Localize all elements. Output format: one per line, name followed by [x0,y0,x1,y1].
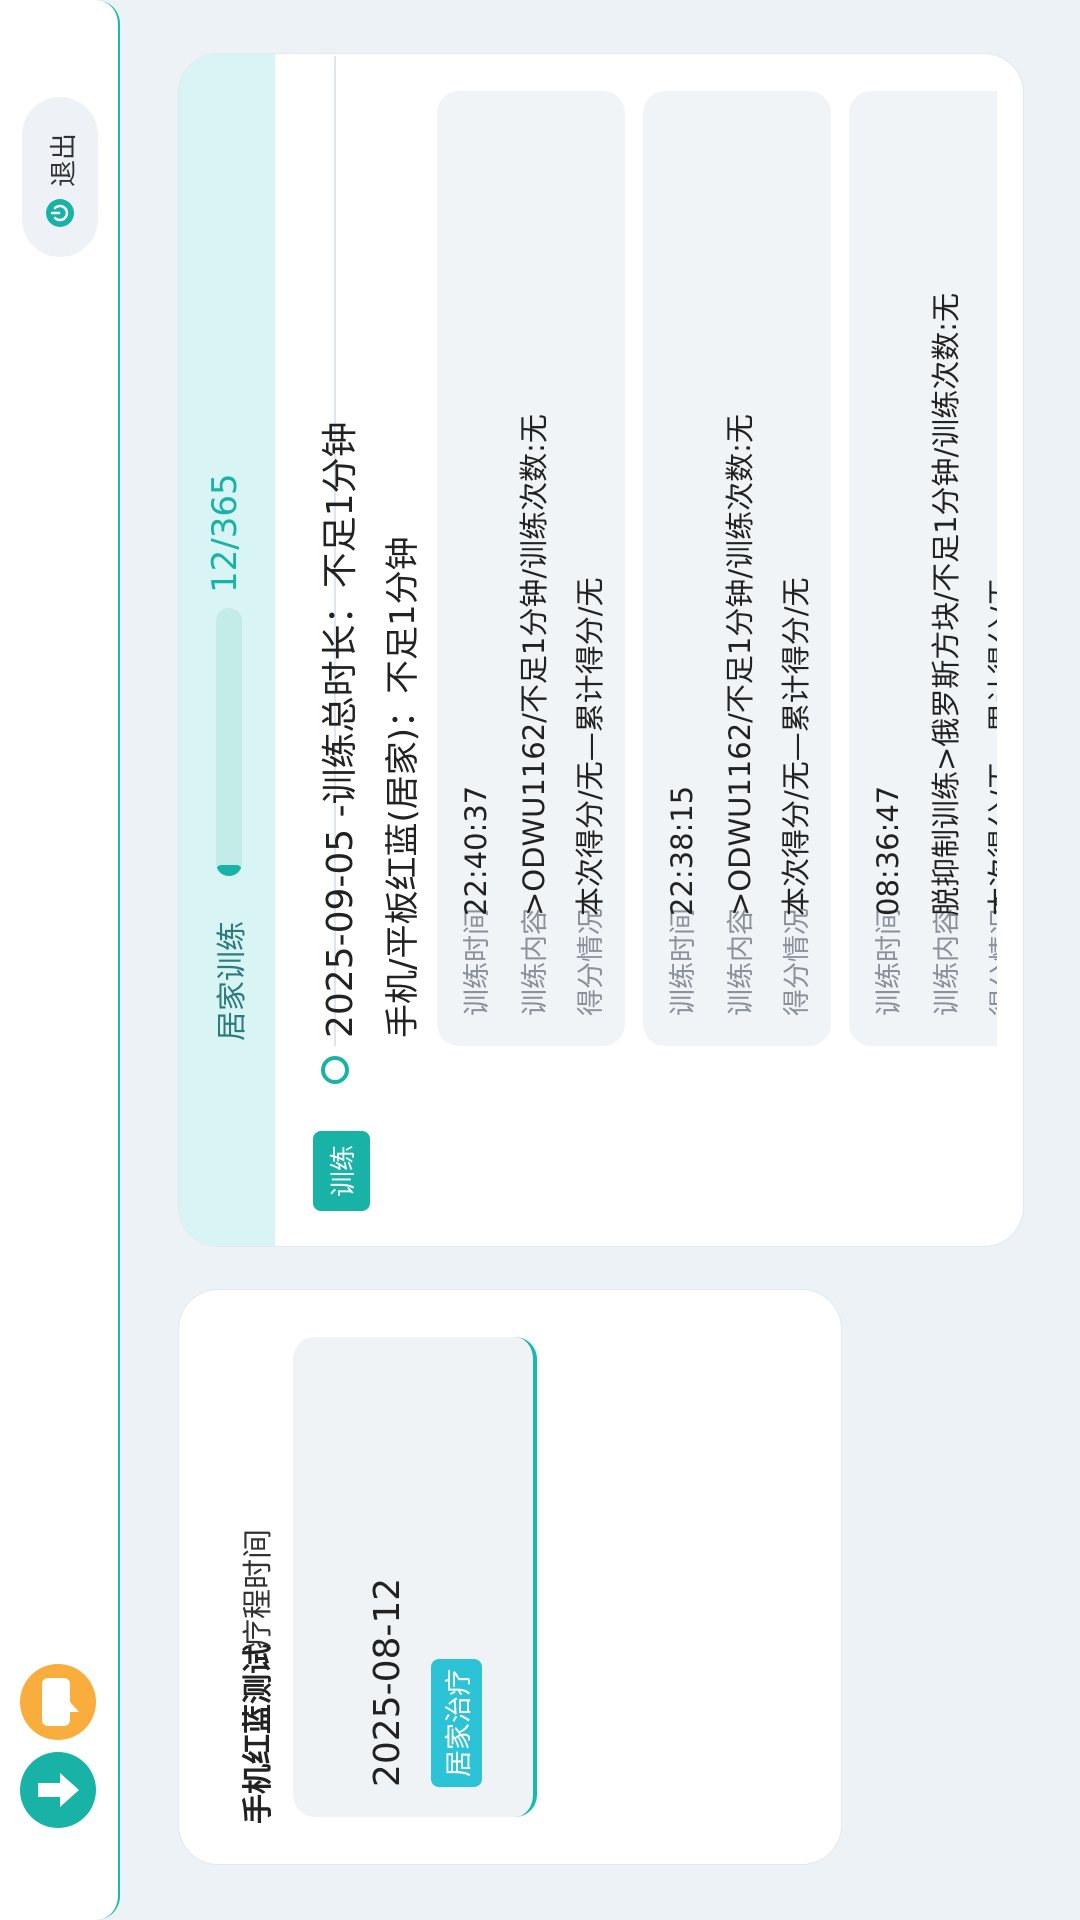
record-content: >ODWU1162/不足1分钟/训练次数:无 [723,414,757,916]
record-content: >ODWU1162/不足1分钟/训练次数:无 [517,414,551,916]
power-icon [46,199,74,227]
tab-course-time[interactable]: 疗程时间 [233,1529,277,1649]
logout-button[interactable]: 退出 [22,97,98,257]
record-content-label: 训练内容 [520,908,551,1016]
record-card: 训练时间22:40:37 训练内容>ODWU1162/不足1分钟/训练次数:无 … [437,91,625,1046]
record-content-row: 训练内容>ODWU1162/不足1分钟/训练次数:无 [717,414,757,1016]
record-card: 训练时间22:38:15 训练内容>ODWU1162/不足1分钟/训练次数:无 … [643,91,831,1046]
record-content-row: 训练内容>ODWU1162/不足1分钟/训练次数:无 [511,414,551,1016]
record-score-label: 得分情况 [988,908,997,1016]
record-score: 本次得分/无—累计得分/无 [779,577,813,916]
record-score-label: 得分情况 [782,908,813,1016]
record-time-row: 训练时间22:40:37 [455,786,495,1016]
record-time-label: 训练时间 [668,908,699,1016]
record-score-row: 得分情况本次得分/无—累计得分/无 [567,577,607,1016]
record-time: 22:40:37 [459,785,493,916]
progress-text: 12/365 [205,473,245,593]
record-score: 本次得分/无—累计得分/无 [985,577,997,916]
record-content: 脱抑制训练>俄罗斯方块/不足1分钟/训练次数:无 [929,292,963,916]
record-time-label: 训练时间 [874,908,905,1016]
record-score-row: 得分情况本次得分/无—累计得分/无 [773,577,813,1016]
record-time-row: 训练时间22:38:15 [661,786,701,1016]
training-tag: 训练 [313,1130,370,1211]
course-card[interactable]: 2025-08-12 居家治疗 [293,1337,537,1817]
record-time-label: 训练时间 [462,908,493,1016]
record-time: 22:38:15 [665,785,699,916]
record-score-row: 得分情况本次得分/无—累计得分/无 [979,577,997,1016]
progress-bar [216,608,242,876]
record-score-label: 得分情况 [576,908,607,1016]
home-treatment-badge: 居家治疗 [431,1659,482,1787]
panel-header: 居家训练 12/365 [179,54,275,1246]
home-training-panel: 居家训练 12/365 训练 2025-09-05 -训练总时长：不足1分钟 手… [178,53,1024,1247]
panel-title: 居家训练 [215,921,250,1041]
record-content-label: 训练内容 [726,908,757,1016]
arrow-down-circle-icon [38,1773,79,1807]
record-time: 08:36:47 [871,785,905,916]
app-screen: 退出 手机红蓝测试 疗程时间 2025-08-12 居家治疗 居家训练 12/3… [0,0,1080,1920]
download-button[interactable] [20,1752,96,1828]
course-date: 2025-08-12 [367,1577,408,1787]
record-time-row: 训练时间08:36:47 [867,786,907,1016]
logout-label: 退出 [49,133,80,187]
course-panel: 手机红蓝测试 疗程时间 2025-08-12 居家治疗 [178,1289,842,1865]
record-card: 训练时间08:36:47 训练内容脱抑制训练>俄罗斯方块/不足1分钟/训练次数:… [849,91,997,1046]
record-score: 本次得分/无—累计得分/无 [573,577,607,916]
entry-subtitle: 手机/平板红蓝(居家)：不足1分钟 [383,536,423,1038]
entry-title: 2025-09-05 -训练总时长：不足1分钟 [320,421,361,1038]
timeline-dot [321,1056,349,1084]
chat-button[interactable] [20,1664,96,1740]
record-content-row: 训练内容脱抑制训练>俄罗斯方块/不足1分钟/训练次数:无 [923,293,963,1016]
record-list[interactable]: 训练时间22:40:37 训练内容>ODWU1162/不足1分钟/训练次数:无 … [437,54,997,1046]
tab-phone-redblue-test[interactable]: 手机红蓝测试 [233,1644,277,1824]
top-bar: 退出 [0,0,120,1920]
progress-fill [216,865,242,876]
record-content-label: 训练内容 [932,908,963,1016]
chat-bubble-icon [42,1678,79,1726]
